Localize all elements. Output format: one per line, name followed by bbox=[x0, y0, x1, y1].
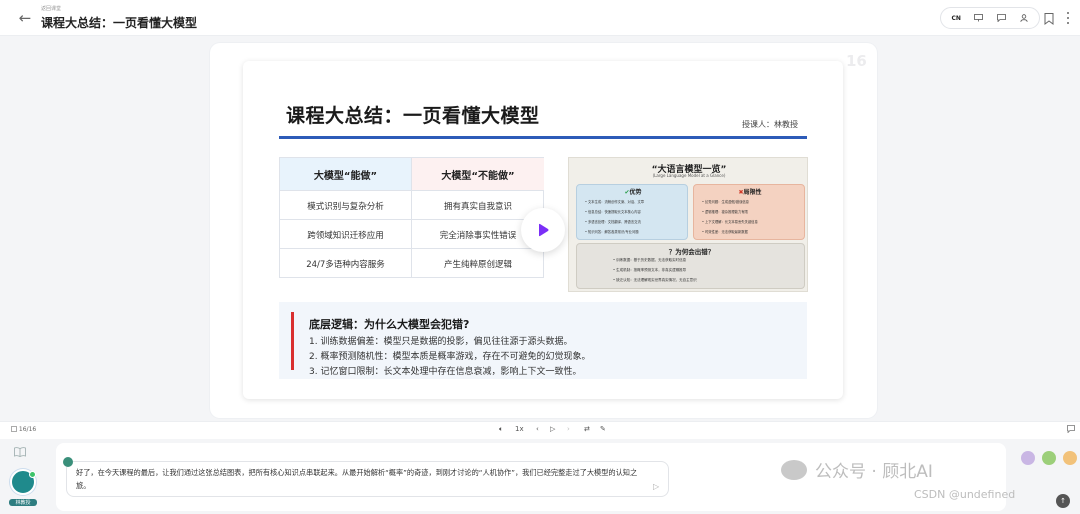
comment-icon[interactable] bbox=[993, 10, 1009, 26]
top-bar: ← 返回课堂 课程大总结：一页看懂大模型 CN bbox=[0, 0, 1080, 36]
list-item: • 生成机制：按概率预测文本，非真实逻辑推导 bbox=[613, 268, 687, 272]
loop-icon[interactable]: ⇄ bbox=[584, 425, 590, 433]
slide-teacher: 授课人：林教授 bbox=[742, 120, 798, 129]
language-toggle[interactable]: CN bbox=[948, 10, 964, 26]
page-watermark-number: 16 bbox=[846, 52, 867, 70]
root-cause-line: 1. 训练数据偏差：模型只是数据的投影，偏见往往源于源头数据。 bbox=[309, 337, 573, 347]
speaker-avatar bbox=[63, 457, 73, 467]
slide-counter: 16/16 bbox=[11, 426, 36, 433]
teacher-name: 林教授 bbox=[9, 499, 37, 506]
pen-icon[interactable]: ✎ bbox=[600, 425, 606, 433]
play-small-icon[interactable]: ▷ bbox=[550, 425, 555, 433]
peer-avatar[interactable] bbox=[1042, 451, 1056, 465]
table-row: 跨领域知识迁移应用 完全消除事实性错误 bbox=[280, 219, 544, 249]
table-row: 模式识别与复杂分析 拥有真实自我意识 bbox=[280, 190, 544, 220]
list-item: • 文本生成：流畅创作文案、对话、文章 bbox=[585, 200, 645, 204]
previous-icon[interactable]: ‹ bbox=[536, 425, 539, 433]
list-item: • 多语言处理：文档翻译、跨语言交流 bbox=[585, 220, 641, 224]
advantages-heading: ✔优势 bbox=[577, 187, 689, 196]
table-cell: 模式识别与复杂分析 bbox=[307, 201, 384, 212]
scroll-up-icon[interactable]: ↑ bbox=[1056, 494, 1070, 508]
llm-infographic: “大语言模型一览” (Large Language Model at a Gla… bbox=[568, 157, 808, 292]
list-item: • 幻觉问题：生成虚假/错误信息 bbox=[702, 200, 749, 204]
advantages-panel: ✔优势 • 文本生成：流畅创作文案、对话、文章 • 信息总结：快速提取长文本核心… bbox=[576, 184, 688, 240]
chat-icon[interactable] bbox=[1067, 425, 1075, 435]
root-cause-line: 2. 概率预测随机性：模型本质是概率游戏，存在不可避免的幻觉现象。 bbox=[309, 352, 591, 362]
breadcrumb[interactable]: 返回课堂 bbox=[41, 5, 61, 12]
peer-avatar[interactable] bbox=[1021, 451, 1035, 465]
table-cell: 24/7多语种内容服务 bbox=[306, 259, 385, 270]
subtitle-text: 好了，在今天课程的最后，让我们通过这张总结图表，把所有核心知识点串联起来。从最开… bbox=[76, 468, 638, 490]
list-item: • 训练数据：基于历史数据，无法获取实时信息 bbox=[613, 258, 687, 262]
monitor-icon[interactable] bbox=[971, 10, 987, 26]
accent-bar bbox=[291, 312, 294, 370]
list-item: • 知识问答：解答各类常识/专业问题 bbox=[585, 230, 639, 234]
slide-title: 课程大总结：一页看懂大模型 bbox=[286, 105, 540, 127]
playback-bar: 16/16 🔈︎ 1x ‹ ▷ › ⇄ ✎ bbox=[0, 421, 1080, 439]
why-errors-panel: ？为何会出错？ • 训练数据：基于历史数据，无法获取实时信息 • 生成机制：按概… bbox=[576, 243, 805, 289]
bookmark-icon[interactable] bbox=[1044, 10, 1058, 26]
table-header-cannot: 大模型“不能做” bbox=[411, 158, 544, 190]
root-cause-box: 底层逻辑：为什么大模型会犯错? 1. 训练数据偏差：模型只是数据的投影，偏见往往… bbox=[279, 302, 807, 379]
page-title: 课程大总结：一页看懂大模型 bbox=[41, 16, 198, 30]
wechat-watermark: 公众号 · 顾北AI bbox=[781, 457, 933, 482]
limitations-heading: ✖局限性 bbox=[694, 187, 806, 196]
limitations-panel: ✖局限性 • 幻觉问题：生成虚假/错误信息 • 逻辑推理：複杂推理能力有限 • … bbox=[693, 184, 805, 240]
root-cause-heading: 底层逻辑：为什么大模型会犯错? bbox=[309, 318, 470, 331]
view-toolbar: CN bbox=[940, 7, 1040, 29]
send-icon[interactable]: ▷ bbox=[653, 482, 659, 491]
why-errors-heading: ？为何会出错？ bbox=[668, 248, 715, 256]
list-item: • 时效性差：无法获取最新数据 bbox=[702, 230, 748, 234]
list-item: • 上下文理解：长文本易丢失关键信息 bbox=[702, 220, 758, 224]
list-item: • 逻辑推理：複杂推理能力有限 bbox=[702, 210, 748, 214]
peer-avatar[interactable] bbox=[1063, 451, 1077, 465]
limitations-label: 局限性 bbox=[743, 189, 762, 196]
notebook-icon[interactable] bbox=[14, 447, 26, 460]
comparison-table: 大模型“能做” 大模型“不能做” 模式识别与复杂分析 拥有真实自我意识 跨领域知… bbox=[279, 157, 544, 278]
watermark-text: 公众号 · 顾北AI bbox=[815, 462, 933, 482]
list-item: • 缺乏认知：无法理解现实世界真实情况，无自主意识 bbox=[613, 278, 697, 282]
slides-icon bbox=[11, 426, 17, 432]
volume-icon[interactable]: 🔈︎ bbox=[499, 425, 503, 434]
root-cause-line: 3. 记忆窗口限制：长文本处理中存在信息衰减，影响上下文一致性。 bbox=[309, 367, 582, 377]
table-cell: 跨领域知识迁移应用 bbox=[307, 230, 384, 241]
list-item: • 信息总结：快速提取长文本核心内容 bbox=[585, 210, 641, 214]
more-icon[interactable] bbox=[1066, 10, 1072, 26]
table-cell: 拥有真实自我意识 bbox=[411, 191, 544, 220]
csdn-watermark: CSDN @undefined bbox=[914, 488, 1016, 501]
infographic-subtitle: (Large Language Model at a Glance) bbox=[652, 173, 726, 178]
play-button[interactable] bbox=[521, 208, 565, 252]
user-icon[interactable] bbox=[1016, 10, 1032, 26]
table-header-can: 大模型“能做” bbox=[280, 158, 411, 190]
table-row: 24/7多语种内容服务 产生纯粹原创逻辑 bbox=[280, 248, 544, 278]
wechat-logo-icon bbox=[781, 459, 807, 480]
advantages-label: 优势 bbox=[629, 189, 642, 196]
online-status-dot bbox=[29, 471, 36, 478]
back-arrow-icon[interactable]: ← bbox=[16, 9, 34, 27]
speed-button[interactable]: 1x bbox=[515, 425, 524, 433]
next-icon[interactable]: › bbox=[567, 425, 570, 433]
slide-counter-value: 16/16 bbox=[18, 426, 37, 433]
table-cell: 产生纯粹原创逻辑 bbox=[411, 249, 544, 278]
play-icon bbox=[539, 223, 549, 237]
title-underline bbox=[279, 136, 807, 139]
